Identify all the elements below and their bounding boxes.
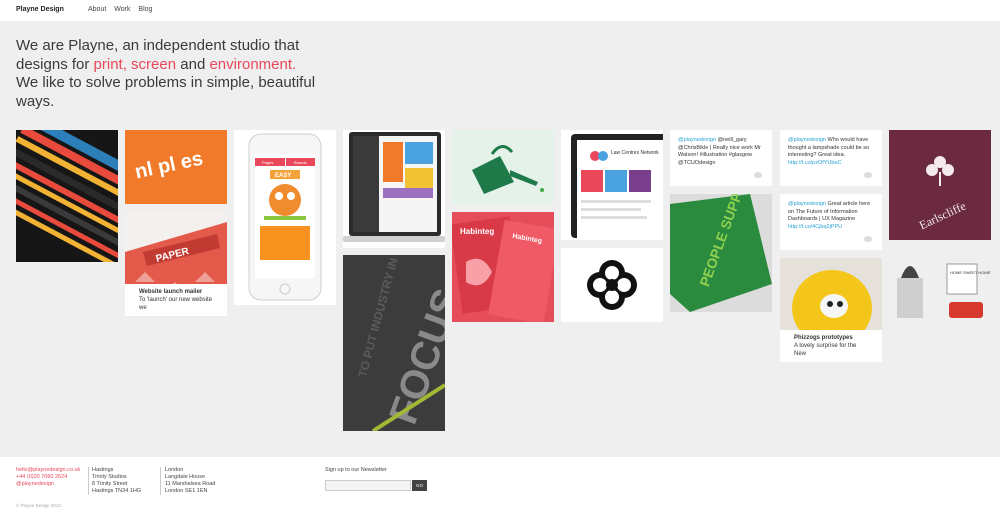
footer-phone-link[interactable]: +44 (0)20 7060 2624 [16, 474, 80, 481]
address-line: Langdale House [165, 474, 206, 480]
tweet-link[interactable]: http://t.co/pzOfYUbeC [788, 160, 842, 166]
project-tile-watering-can[interactable] [452, 130, 554, 204]
project-tile-laptop[interactable] [343, 130, 445, 248]
project-tile-earlscliffe[interactable]: Earlscliffe [889, 130, 991, 240]
law-centres-image: Law Centres Network [571, 134, 663, 238]
tweet-card-3[interactable]: @playnedesign Great article here on The … [780, 194, 882, 250]
footer-email-link[interactable]: hello@playnedesign.co.uk [16, 467, 80, 474]
home-sweet-home-image: HOME SWEET HOME [889, 248, 991, 322]
site-footer: hello@playnedesign.co.uk +44 (0)20 7060 … [0, 457, 1000, 512]
hero-text-3: We like to solve problems in simple, bea… [16, 74, 316, 110]
twitter-bird-icon [754, 172, 762, 178]
footer-address-london: London Langdale House 11 Marshalsea Road… [165, 467, 215, 495]
newsletter-email-input[interactable] [325, 480, 411, 491]
address-line: 11 Marshalsea Road [165, 481, 216, 487]
project-tile-phizzogs[interactable]: Phizzogs prototypes A lovely surprise fo… [780, 258, 882, 362]
brand-logo[interactable]: Playne Design [16, 6, 64, 13]
project-tile-home-sweet-home[interactable]: HOME SWEET HOME [889, 248, 991, 322]
support-image: PEOPLE SUPPORT [670, 194, 772, 312]
project-tile-people-support[interactable]: PEOPLE SUPPORT [670, 194, 772, 312]
address-line: Trinity Studios [92, 474, 127, 480]
copyright: © Playne Design 2013 [16, 503, 61, 508]
app-button-1: Pages [262, 160, 273, 165]
habinteg-image: Habinteg Habinteg [452, 212, 554, 322]
caption-website-launch: Website launch mailer To 'launch' our ne… [125, 284, 227, 316]
nav-work[interactable]: Work [114, 6, 130, 13]
address-line: 8 Trinity Street [92, 481, 128, 487]
newsletter-go-button[interactable]: GO [412, 480, 427, 491]
footer-divider [160, 467, 161, 495]
caption-title: Website launch mailer [139, 289, 203, 295]
footer-address-hastings: Hastings Trinity Studios 8 Trinity Stree… [92, 467, 141, 495]
project-tile-focus-poster[interactable]: TO PUT INDUSTRY IN FOCUS [343, 255, 445, 431]
home-sweet-home-text: HOME SWEET HOME [950, 270, 991, 275]
focus-image: TO PUT INDUSTRY IN FOCUS [343, 255, 445, 431]
project-tile-law-centres[interactable]: Law Centres Network [561, 130, 663, 240]
project-tile-phone-app[interactable]: Pages Brands EASY [234, 130, 336, 305]
watering-can-image [452, 130, 554, 204]
address-line: London SE1 1EN [165, 488, 208, 494]
twitter-bird-icon [864, 236, 872, 242]
tweet-handle[interactable]: @playnedesign [678, 137, 716, 143]
laptop-image [343, 132, 445, 242]
project-tile-quatrefoil-logo[interactable] [561, 248, 663, 322]
habinteg-text-1: Habinteg [460, 227, 494, 236]
hero-text-2: and [176, 55, 210, 73]
project-tile-habinteg[interactable]: Habinteg Habinteg [452, 212, 554, 322]
footer-divider [88, 467, 89, 495]
phone-image: Pages Brands EASY [248, 133, 322, 301]
caption-text: To 'launch' our new website we [139, 297, 212, 311]
caption-text: A lovely surprise for the New [794, 343, 857, 357]
footer-twitter-link[interactable]: @playnedesign [16, 481, 80, 488]
quatrefoil-icon [587, 260, 637, 310]
hero-accent-environment[interactable]: environment. [209, 56, 296, 73]
nav-about[interactable]: About [88, 6, 106, 13]
earlscliffe-image: Earlscliffe [889, 130, 991, 240]
tweet-card-1[interactable]: @playnedesign @neill_gary @ChrisBikle | … [670, 130, 772, 186]
newsletter-label: Sign up to our Newsletter [325, 467, 387, 473]
project-tile-website-launch[interactable]: PAPER Website launch mailer To 'launch' … [125, 212, 227, 316]
address-line: London [165, 467, 184, 473]
tweet-card-2[interactable]: @playnedesign Who would have thought a l… [780, 130, 882, 186]
hero-statement: We are Playne, an independent studio tha… [16, 37, 316, 111]
app-tag: EASY [275, 173, 291, 179]
nav-blog[interactable]: Blog [138, 6, 152, 13]
caption-phizzogs: Phizzogs prototypes A lovely surprise fo… [780, 330, 882, 362]
project-tile-books[interactable] [16, 130, 118, 262]
books-image [16, 130, 118, 262]
address-line: Hastings [92, 467, 114, 473]
law-centres-name: Law Centres Network [611, 150, 659, 156]
caption-title: Phizzogs prototypes [794, 335, 853, 341]
main-nav: About Work Blog [88, 6, 158, 13]
address-line: Hastings TN34 1HG [92, 488, 142, 494]
twitter-bird-icon [864, 172, 872, 178]
app-button-2: Brands [294, 160, 307, 165]
top-bar: Playne Design About Work Blog [0, 0, 1000, 21]
tweet-handle[interactable]: @playnedesign [788, 137, 826, 143]
hero-accent-print-screen[interactable]: print, screen [94, 56, 177, 73]
letters-image: nl pl es [125, 130, 227, 204]
footer-contact: hello@playnedesign.co.uk +44 (0)20 7060 … [16, 467, 80, 488]
tweet-link[interactable]: http://t.co/4Cjbq2jPPU [788, 224, 842, 230]
tweet-handle[interactable]: @playnedesign [788, 201, 826, 207]
project-tile-orange-letters[interactable]: nl pl es [125, 130, 227, 204]
